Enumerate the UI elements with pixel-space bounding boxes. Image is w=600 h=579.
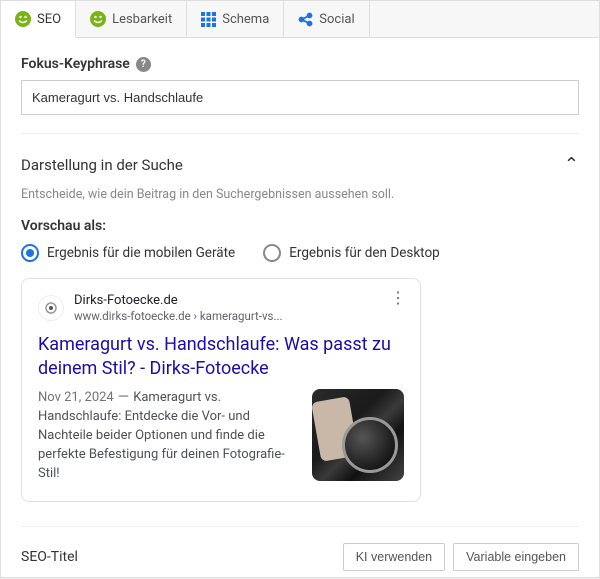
serp-snippet: Nov 21, 2024 － Kameragurt vs. Handschlau…: [38, 389, 300, 483]
radio-checked-icon: [21, 244, 39, 262]
focus-keyphrase-label: Fokus-Keyphrase: [21, 56, 130, 72]
use-ai-button[interactable]: KI verwenden: [343, 543, 445, 571]
more-menu-icon[interactable]: ⋮: [390, 295, 406, 301]
tab-seo-label: SEO: [37, 12, 61, 27]
share-icon: [298, 12, 313, 27]
tab-seo[interactable]: SEO: [1, 1, 76, 38]
serp-site-name: Dirks-Fotoecke.de: [74, 293, 283, 309]
favicon-icon: [38, 295, 64, 321]
help-icon[interactable]: ?: [136, 57, 151, 72]
tab-readability-label: Lesbarkeit: [112, 12, 172, 27]
tab-social-label: Social: [319, 12, 354, 27]
tab-readability[interactable]: Lesbarkeit: [76, 1, 187, 37]
preview-mobile-label: Ergebnis für die mobilen Geräte: [47, 245, 235, 261]
serp-title: Kameragurt vs. Handschlaufe: Was passt z…: [38, 333, 404, 382]
grid-icon: [201, 12, 216, 27]
smiley-good-icon: [15, 11, 31, 27]
tab-schema-label: Schema: [222, 12, 269, 27]
serp-date-separator: －: [114, 390, 133, 405]
serp-date: Nov 21, 2024: [38, 390, 114, 405]
serp-preview-card: Dirks-Fotoecke.de www.dirks-fotoecke.de …: [21, 278, 421, 502]
preview-mode-radiogroup: Ergebnis für die mobilen Geräte Ergebnis…: [21, 244, 579, 262]
tab-bar: SEO Lesbarkeit Schema Social: [1, 1, 599, 38]
insert-variable-button[interactable]: Variable eingeben: [453, 543, 579, 571]
tab-schema[interactable]: Schema: [187, 1, 284, 37]
search-appearance-toggle[interactable]: Darstellung in der Suche ⌃: [21, 148, 579, 187]
preview-as-label: Vorschau als:: [21, 218, 579, 234]
preview-desktop-option[interactable]: Ergebnis für den Desktop: [263, 244, 440, 262]
preview-desktop-label: Ergebnis für den Desktop: [289, 245, 440, 261]
seo-title-label: SEO-Titel: [21, 549, 78, 565]
radio-unchecked-icon: [263, 244, 281, 262]
chevron-up-icon: ⌃: [564, 154, 579, 175]
serp-breadcrumb: www.dirks-fotoecke.de › kameragurt-vs...: [74, 309, 283, 323]
search-appearance-description: Entscheide, wie dein Beitrag in den Such…: [21, 187, 579, 202]
serp-thumbnail: [312, 389, 404, 481]
tab-social[interactable]: Social: [284, 1, 369, 37]
search-appearance-title: Darstellung in der Suche: [21, 156, 183, 174]
smiley-good-icon: [90, 11, 106, 27]
focus-keyphrase-input[interactable]: [21, 80, 579, 115]
yoast-metabox: SEO Lesbarkeit Schema Social Fokus-Keyph…: [0, 0, 600, 578]
preview-mobile-option[interactable]: Ergebnis für die mobilen Geräte: [21, 244, 235, 262]
